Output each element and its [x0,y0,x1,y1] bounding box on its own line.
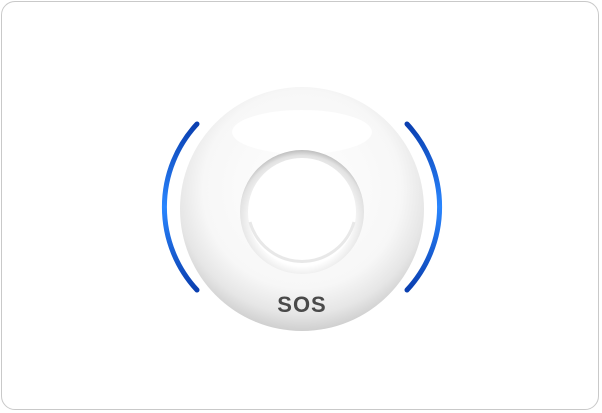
sos-ring-graphic: SOS [161,87,443,331]
sos-label: SOS [277,292,326,317]
ring-hole [248,158,356,266]
sos-button-device: SOS [152,62,452,362]
product-card: SOS [1,1,599,410]
